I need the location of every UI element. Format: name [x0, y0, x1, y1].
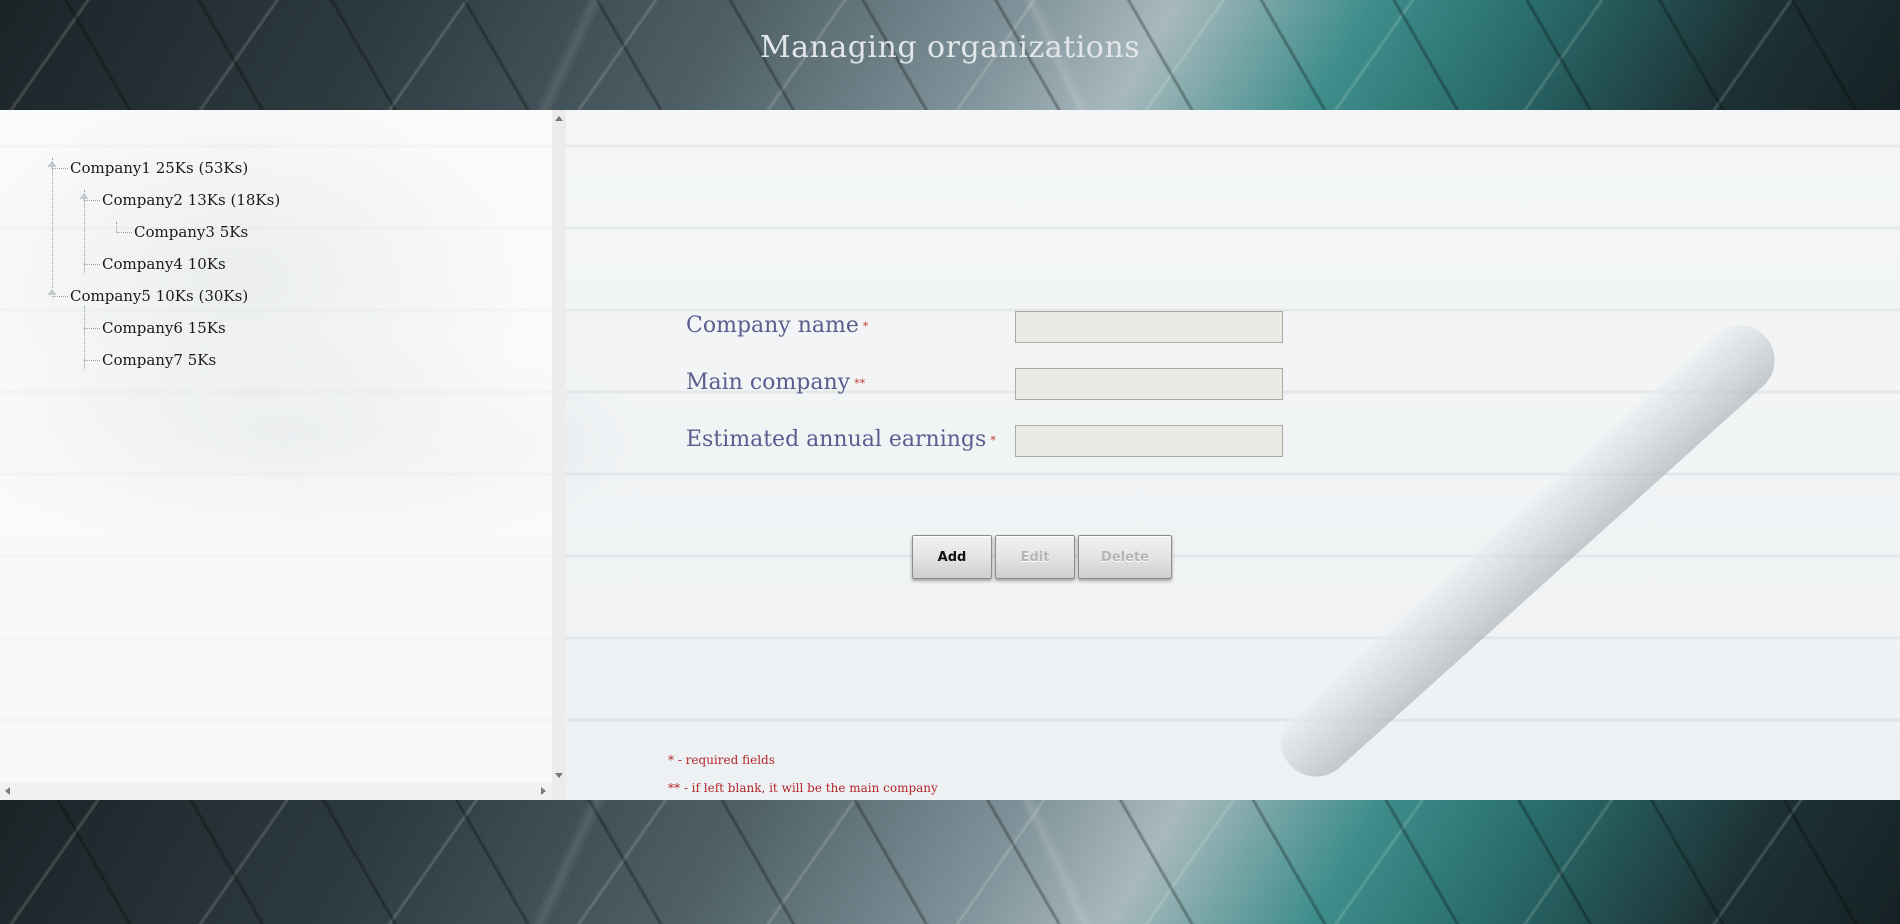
organization-tree-panel: Company1 25Ks (53Ks) Company2 13Ks (18Ks…	[0, 110, 552, 800]
tree-connector	[84, 200, 100, 201]
company-name-row: Company name *	[686, 311, 1286, 347]
scroll-left-icon[interactable]	[5, 787, 10, 795]
tree-connector	[116, 232, 132, 233]
main-company-input[interactable]	[1015, 368, 1283, 400]
tree-connector	[52, 158, 53, 288]
tree-connector	[84, 360, 100, 361]
required-marker: *	[990, 433, 996, 447]
expand-toggle-icon[interactable]	[47, 289, 57, 295]
tree-vertical-scrollbar[interactable]	[552, 110, 566, 800]
edit-button[interactable]: Edit	[995, 535, 1075, 579]
tree-node[interactable]: Company5 10Ks (30Ks)	[70, 285, 248, 307]
tree-node[interactable]: Company7 5Ks	[102, 349, 216, 371]
scroll-up-icon[interactable]	[555, 116, 563, 121]
company-name-input[interactable]	[1015, 311, 1283, 343]
tree-node[interactable]: Company3 5Ks	[134, 221, 248, 243]
tree-connector	[84, 190, 85, 274]
tree-horizontal-scrollbar[interactable]	[0, 782, 552, 800]
add-button[interactable]: Add	[912, 535, 992, 579]
scroll-down-icon[interactable]	[555, 773, 563, 778]
footer-background	[0, 800, 1900, 924]
tree-node[interactable]: Company2 13Ks (18Ks)	[102, 189, 280, 211]
tree-node[interactable]: Company1 25Ks (53Ks)	[70, 157, 248, 179]
company-name-label: Company name *	[686, 313, 869, 338]
main-company-label: Main company **	[686, 370, 866, 395]
main-content: Company1 25Ks (53Ks) Company2 13Ks (18Ks…	[0, 110, 1900, 800]
expand-toggle-icon[interactable]	[79, 193, 89, 199]
main-company-note: ** - if left blank, it will be the main …	[668, 781, 938, 795]
earnings-label: Estimated annual earnings *	[686, 427, 996, 452]
earnings-input[interactable]	[1015, 425, 1283, 457]
tree-node[interactable]: Company4 10Ks	[102, 253, 226, 275]
required-fields-note: * - required fields	[668, 753, 775, 767]
expand-toggle-icon[interactable]	[47, 161, 57, 167]
tree-connector	[84, 328, 100, 329]
optional-marker: **	[854, 376, 866, 390]
required-marker: *	[862, 319, 869, 333]
page-title: Managing organizations	[759, 30, 1141, 65]
tree-connector	[52, 296, 68, 297]
tree-connector	[116, 222, 117, 232]
earnings-row: Estimated annual earnings *	[686, 425, 1286, 461]
pen-decoration	[1266, 310, 1790, 792]
tree-connector	[52, 168, 68, 169]
scroll-right-icon[interactable]	[541, 787, 546, 795]
delete-button[interactable]: Delete	[1078, 535, 1172, 579]
main-company-row: Main company **	[686, 368, 1286, 404]
tree-connector	[84, 264, 100, 265]
tree-node[interactable]: Company6 15Ks	[102, 317, 226, 339]
